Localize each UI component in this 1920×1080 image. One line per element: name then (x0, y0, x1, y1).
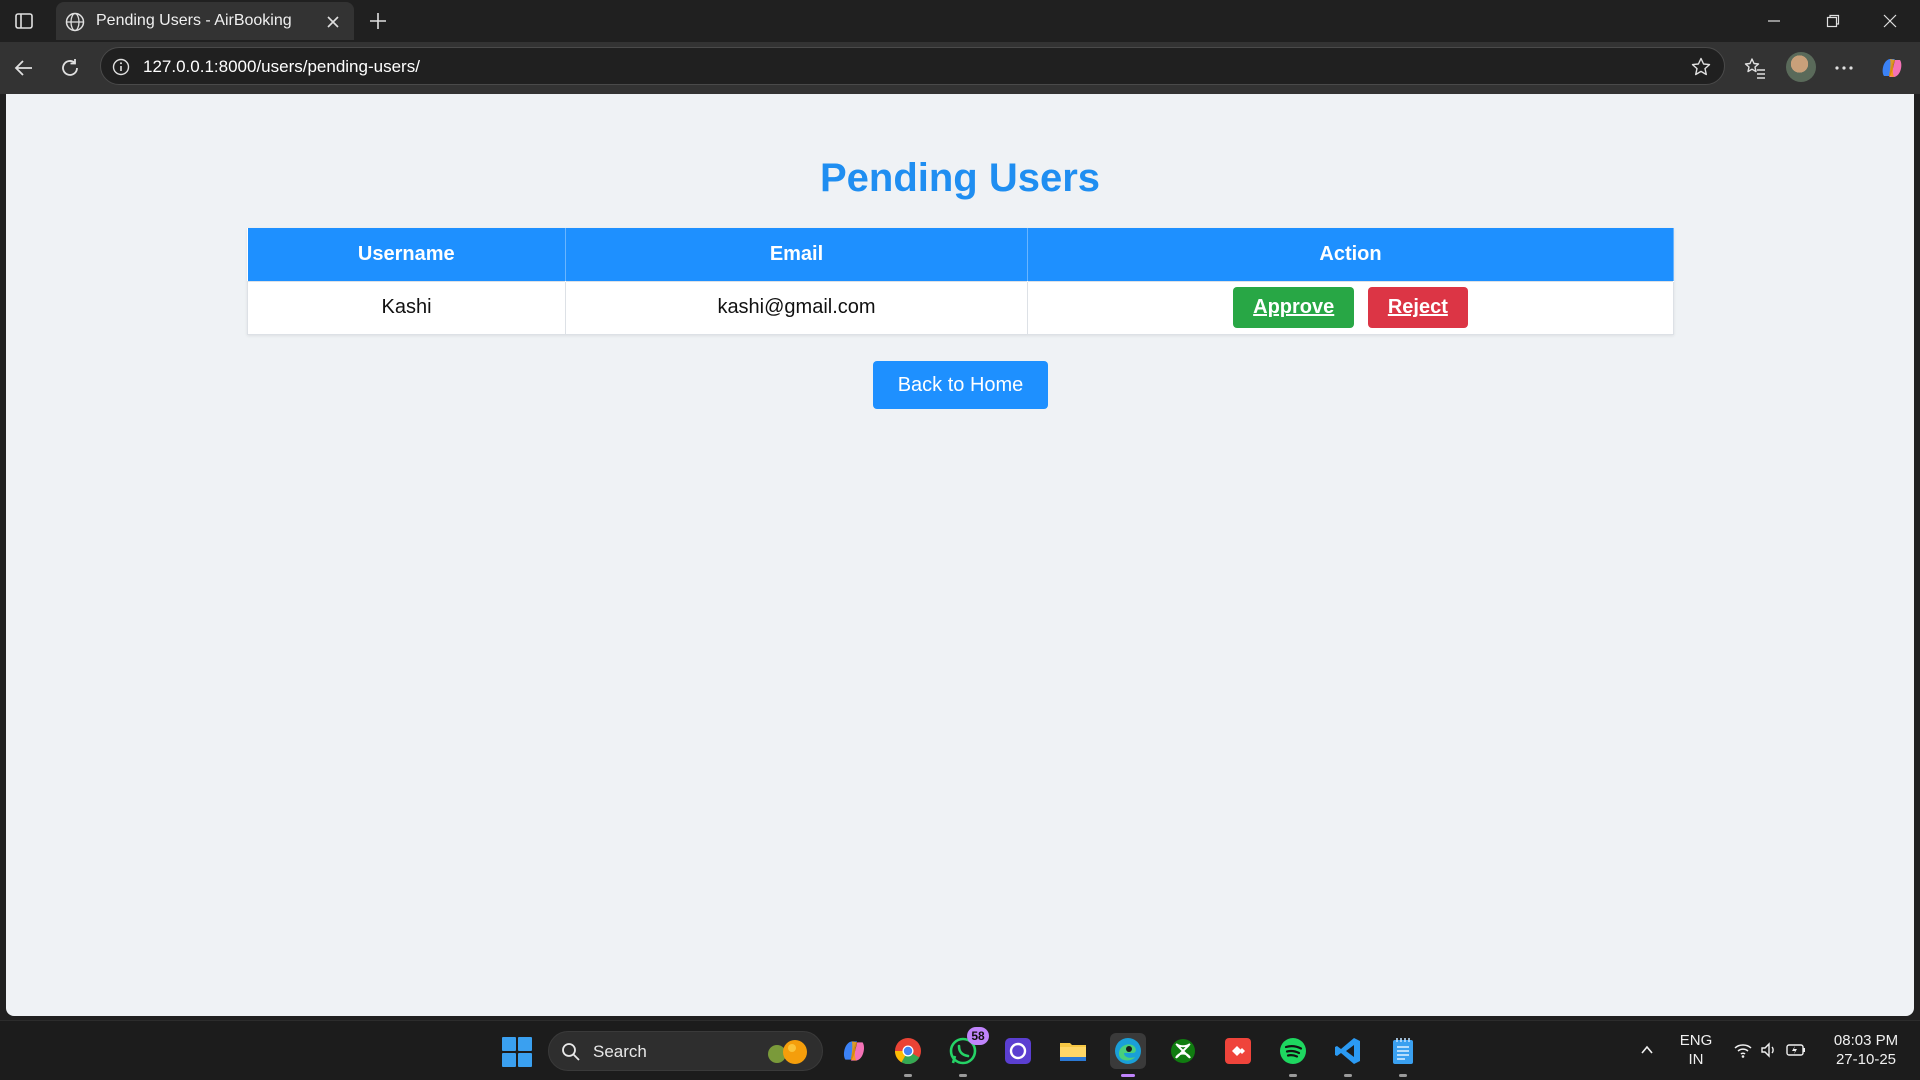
spotify-app-icon[interactable] (1275, 1033, 1311, 1077)
taskbar-search-box[interactable]: Search (548, 1031, 823, 1071)
active-indicator (1121, 1074, 1135, 1077)
header-email: Email (565, 228, 1028, 281)
wifi-icon[interactable] (1732, 1039, 1754, 1061)
search-highlight-fruit-icon (759, 1038, 815, 1066)
browser-toolbar: 127.0.0.1:8000/users/pending-users/ (0, 42, 1920, 94)
language-indicator[interactable]: ENG IN (1676, 1031, 1716, 1069)
tab-title: Pending Users - AirBooking (96, 12, 292, 29)
running-indicator (1289, 1074, 1297, 1077)
page-title: Pending Users (819, 156, 1101, 200)
cell-email: kashi@gmail.com (565, 280, 1028, 335)
search-label: Search (593, 1042, 647, 1061)
pending-users-table: Username Email Action Kashi kashi@gmail.… (247, 228, 1674, 335)
edge-app-icon[interactable] (1110, 1033, 1146, 1077)
page-content: Pending Users Username Email Action Kash… (6, 94, 1914, 1016)
cell-username: Kashi (247, 280, 566, 335)
back-to-home-button[interactable]: Back to Home (873, 361, 1048, 409)
reload-icon[interactable] (56, 54, 84, 82)
search-icon (561, 1042, 581, 1062)
restore-icon[interactable] (1811, 6, 1855, 36)
browser-titlebar: Pending Users - AirBooking (0, 0, 1920, 42)
cell-action: Approve Reject (1027, 280, 1674, 335)
profile-avatar[interactable] (1786, 52, 1816, 82)
tab-close-icon[interactable] (322, 11, 344, 33)
chrome-app-icon[interactable] (890, 1033, 926, 1077)
anydesk-app-icon[interactable] (1220, 1033, 1256, 1069)
back-arrow-icon[interactable] (10, 54, 38, 82)
xbox-app-icon[interactable] (1165, 1033, 1201, 1069)
whatsapp-badge: 58 (967, 1027, 989, 1045)
site-info-icon[interactable] (111, 57, 131, 77)
clock-date: 27-10-25 (1835, 1051, 1897, 1068)
favorite-star-icon[interactable] (1690, 56, 1712, 78)
header-username: Username (247, 228, 566, 281)
address-url[interactable]: 127.0.0.1:8000/users/pending-users/ (143, 57, 420, 77)
running-indicator (1399, 1074, 1407, 1077)
table-row: Kashi kashi@gmail.com Approve Reject (247, 280, 1674, 335)
file-explorer-app-icon[interactable] (1055, 1033, 1091, 1069)
volume-icon[interactable] (1758, 1039, 1780, 1061)
chevron-up-icon[interactable] (1636, 1039, 1658, 1061)
clock[interactable]: 08:03 PM 27-10-25 (1826, 1031, 1906, 1069)
approve-button[interactable]: Approve (1233, 287, 1355, 328)
region-code: IN (1688, 1051, 1704, 1068)
reject-button[interactable]: Reject (1367, 287, 1468, 328)
battery-icon[interactable] (1785, 1039, 1807, 1061)
favorites-list-icon[interactable] (1741, 54, 1769, 82)
globe-icon (64, 11, 86, 33)
copilot-icon[interactable] (1878, 54, 1906, 82)
windows-taskbar: Search 58 ENG IN 08:03 PM 27-10-25 (0, 1020, 1920, 1080)
vscode-app-icon[interactable] (1330, 1033, 1366, 1077)
notepad-app-icon[interactable] (1385, 1033, 1421, 1077)
running-indicator (959, 1074, 967, 1077)
table-header-row: Username Email Action (247, 228, 1674, 281)
running-indicator (1344, 1074, 1352, 1077)
more-menu-icon[interactable] (1830, 54, 1858, 82)
copilot-app-icon[interactable] (836, 1033, 872, 1069)
header-action: Action (1027, 228, 1674, 281)
new-tab-icon[interactable] (364, 7, 392, 35)
address-bar[interactable]: 127.0.0.1:8000/users/pending-users/ (100, 47, 1725, 85)
language-code: ENG (1679, 1032, 1713, 1049)
sidebar-toggle-icon[interactable] (12, 9, 36, 33)
browser-tab[interactable]: Pending Users - AirBooking (56, 2, 354, 40)
close-window-icon[interactable] (1868, 6, 1912, 36)
clock-time: 08:03 PM (1833, 1032, 1899, 1049)
windows-start-icon[interactable] (502, 1037, 532, 1067)
whatsapp-app-icon[interactable]: 58 (945, 1027, 989, 1077)
clipchamp-app-icon[interactable] (1000, 1033, 1036, 1069)
minimize-icon[interactable] (1752, 6, 1796, 36)
running-indicator (904, 1074, 912, 1077)
